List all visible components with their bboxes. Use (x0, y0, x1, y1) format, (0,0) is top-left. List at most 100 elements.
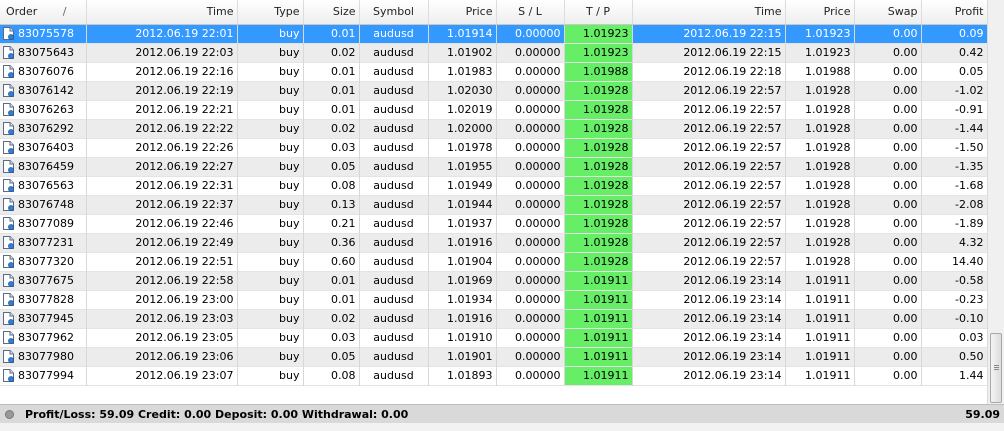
cell-sl: 0.00000 (496, 252, 565, 271)
cell-size: 0.01 (303, 271, 360, 290)
status-total-profit: 59.09 (965, 407, 1000, 421)
col-header-swap[interactable]: Swap (854, 0, 922, 25)
col-header-sl[interactable]: S / L (496, 0, 565, 25)
table-row[interactable]: 83075578 2012.06.19 22:01 buy 0.01 audusd 1.0… (0, 24, 988, 43)
order-number: 83076142 (18, 84, 74, 97)
cell-symbol: audusd (359, 24, 429, 43)
cell-profit: 1.44 (921, 366, 988, 385)
cell-swap: 0.00 (854, 195, 922, 214)
table-row[interactable]: 83076563 2012.06.19 22:31 buy 0.08 audusd 1.0… (0, 176, 988, 195)
col-header-order[interactable]: Order / (0, 0, 87, 25)
cell-type: buy (237, 119, 304, 138)
col-header-open-time[interactable]: Time (86, 0, 238, 25)
vertical-scrollbar[interactable] (987, 0, 1004, 404)
cell-sl: 0.00000 (496, 214, 565, 233)
cell-type: buy (237, 62, 304, 81)
cell-open-time: 2012.06.19 22:37 (86, 195, 238, 214)
cell-symbol: audusd (359, 195, 429, 214)
status-bar: Profit/Loss: 59.09 Credit: 0.00 Deposit:… (0, 404, 1004, 423)
table-row[interactable]: 83076292 2012.06.19 22:22 buy 0.02 audusd 1.0… (0, 119, 988, 138)
cell-close-time: 2012.06.19 22:15 (632, 43, 786, 62)
cell-order: 83076142 (0, 81, 87, 100)
cell-size: 0.08 (303, 366, 360, 385)
col-header-open-price[interactable]: Price (428, 0, 497, 25)
cell-sl: 0.00000 (496, 24, 565, 43)
order-number: 83076459 (18, 160, 74, 173)
cell-type: buy (237, 157, 304, 176)
table-body: 83075578 2012.06.19 22:01 buy 0.01 audusd 1.0… (0, 24, 988, 385)
cell-type: buy (237, 252, 304, 271)
cell-open-time: 2012.06.19 22:16 (86, 62, 238, 81)
cell-tp: 1.01928 (564, 157, 633, 176)
cell-open-time: 2012.06.19 22:31 (86, 176, 238, 195)
cell-open-price: 1.02000 (428, 119, 497, 138)
cell-close-price: 1.01911 (785, 290, 855, 309)
cell-sl: 0.00000 (496, 290, 565, 309)
cell-sl: 0.00000 (496, 138, 565, 157)
grip-line (994, 369, 999, 370)
table-row[interactable]: 83077980 2012.06.19 23:06 buy 0.05 audusd 1.0… (0, 347, 988, 366)
table-row[interactable]: 83077320 2012.06.19 22:51 buy 0.60 audusd 1.0… (0, 252, 988, 271)
order-document-icon (3, 198, 14, 211)
cell-profit: -1.68 (921, 176, 988, 195)
cell-sl: 0.00000 (496, 271, 565, 290)
cell-close-price: 1.01911 (785, 347, 855, 366)
cell-symbol: audusd (359, 62, 429, 81)
col-header-profit[interactable]: Profit (921, 0, 988, 25)
col-header-type[interactable]: Type (237, 0, 304, 25)
order-number: 83075643 (18, 46, 74, 59)
cell-open-price: 1.01937 (428, 214, 497, 233)
cell-open-price: 1.01916 (428, 309, 497, 328)
order-number: 83076292 (18, 122, 74, 135)
cell-swap: 0.00 (854, 271, 922, 290)
table-row[interactable]: 83075643 2012.06.19 22:03 buy 0.02 audusd 1.0… (0, 43, 988, 62)
cell-open-price: 1.01944 (428, 195, 497, 214)
cell-close-price: 1.01928 (785, 252, 855, 271)
cell-open-price: 1.01914 (428, 24, 497, 43)
cell-close-time: 2012.06.19 22:57 (632, 252, 786, 271)
table-row[interactable]: 83076076 2012.06.19 22:16 buy 0.01 audusd 1.0… (0, 62, 988, 81)
order-document-icon (3, 217, 14, 230)
table-row[interactable]: 83077945 2012.06.19 23:03 buy 0.02 audusd 1.0… (0, 309, 988, 328)
table-row[interactable]: 83077089 2012.06.19 22:46 buy 0.21 audusd 1.0… (0, 214, 988, 233)
table-row[interactable]: 83077828 2012.06.19 23:00 buy 0.01 audusd 1.0… (0, 290, 988, 309)
cell-order: 83077089 (0, 214, 87, 233)
col-header-close-time[interactable]: Time (632, 0, 786, 25)
col-header-size[interactable]: Size (303, 0, 360, 25)
cell-tp: 1.01928 (564, 138, 633, 157)
cell-open-time: 2012.06.19 23:06 (86, 347, 238, 366)
cell-swap: 0.00 (854, 138, 922, 157)
col-header-close-price[interactable]: Price (785, 0, 855, 25)
col-header-symbol[interactable]: Symbol (359, 0, 429, 25)
col-header-tp[interactable]: T / P (564, 0, 633, 25)
table-row[interactable]: 83076142 2012.06.19 22:19 buy 0.01 audusd 1.0… (0, 81, 988, 100)
cell-swap: 0.00 (854, 100, 922, 119)
order-document-icon (3, 141, 14, 154)
order-document-icon (3, 160, 14, 173)
table-row[interactable]: 83076403 2012.06.19 22:26 buy 0.03 audusd 1.0… (0, 138, 988, 157)
cell-sl: 0.00000 (496, 366, 565, 385)
cell-order: 83077675 (0, 271, 87, 290)
table-row[interactable]: 83077962 2012.06.19 23:05 buy 0.03 audusd 1.0… (0, 328, 988, 347)
cell-type: buy (237, 366, 304, 385)
cell-tp: 1.01911 (564, 328, 633, 347)
cell-size: 0.05 (303, 347, 360, 366)
table-row[interactable]: 83077675 2012.06.19 22:58 buy 0.01 audusd 1.0… (0, 271, 988, 290)
cell-open-price: 1.01934 (428, 290, 497, 309)
table-row[interactable]: 83077994 2012.06.19 23:07 buy 0.08 audusd 1.0… (0, 366, 988, 385)
cell-open-time: 2012.06.19 22:58 (86, 271, 238, 290)
scrollbar-thumb[interactable] (990, 333, 1002, 403)
table-row[interactable]: 83077231 2012.06.19 22:49 buy 0.36 audusd 1.0… (0, 233, 988, 252)
table-row[interactable]: 83076748 2012.06.19 22:37 buy 0.13 audusd 1.0… (0, 195, 988, 214)
table-row[interactable]: 83076263 2012.06.19 22:21 buy 0.01 audusd 1.0… (0, 100, 988, 119)
table-row[interactable]: 83076459 2012.06.19 22:27 buy 0.05 audusd 1.0… (0, 157, 988, 176)
sort-indicator-icon: / (62, 5, 67, 19)
cell-tp: 1.01911 (564, 347, 633, 366)
cell-sl: 0.00000 (496, 43, 565, 62)
order-document-icon (3, 350, 14, 363)
cell-close-price: 1.01911 (785, 309, 855, 328)
cell-close-time: 2012.06.19 22:57 (632, 233, 786, 252)
cell-sl: 0.00000 (496, 328, 565, 347)
cell-profit: -0.23 (921, 290, 988, 309)
cell-swap: 0.00 (854, 214, 922, 233)
